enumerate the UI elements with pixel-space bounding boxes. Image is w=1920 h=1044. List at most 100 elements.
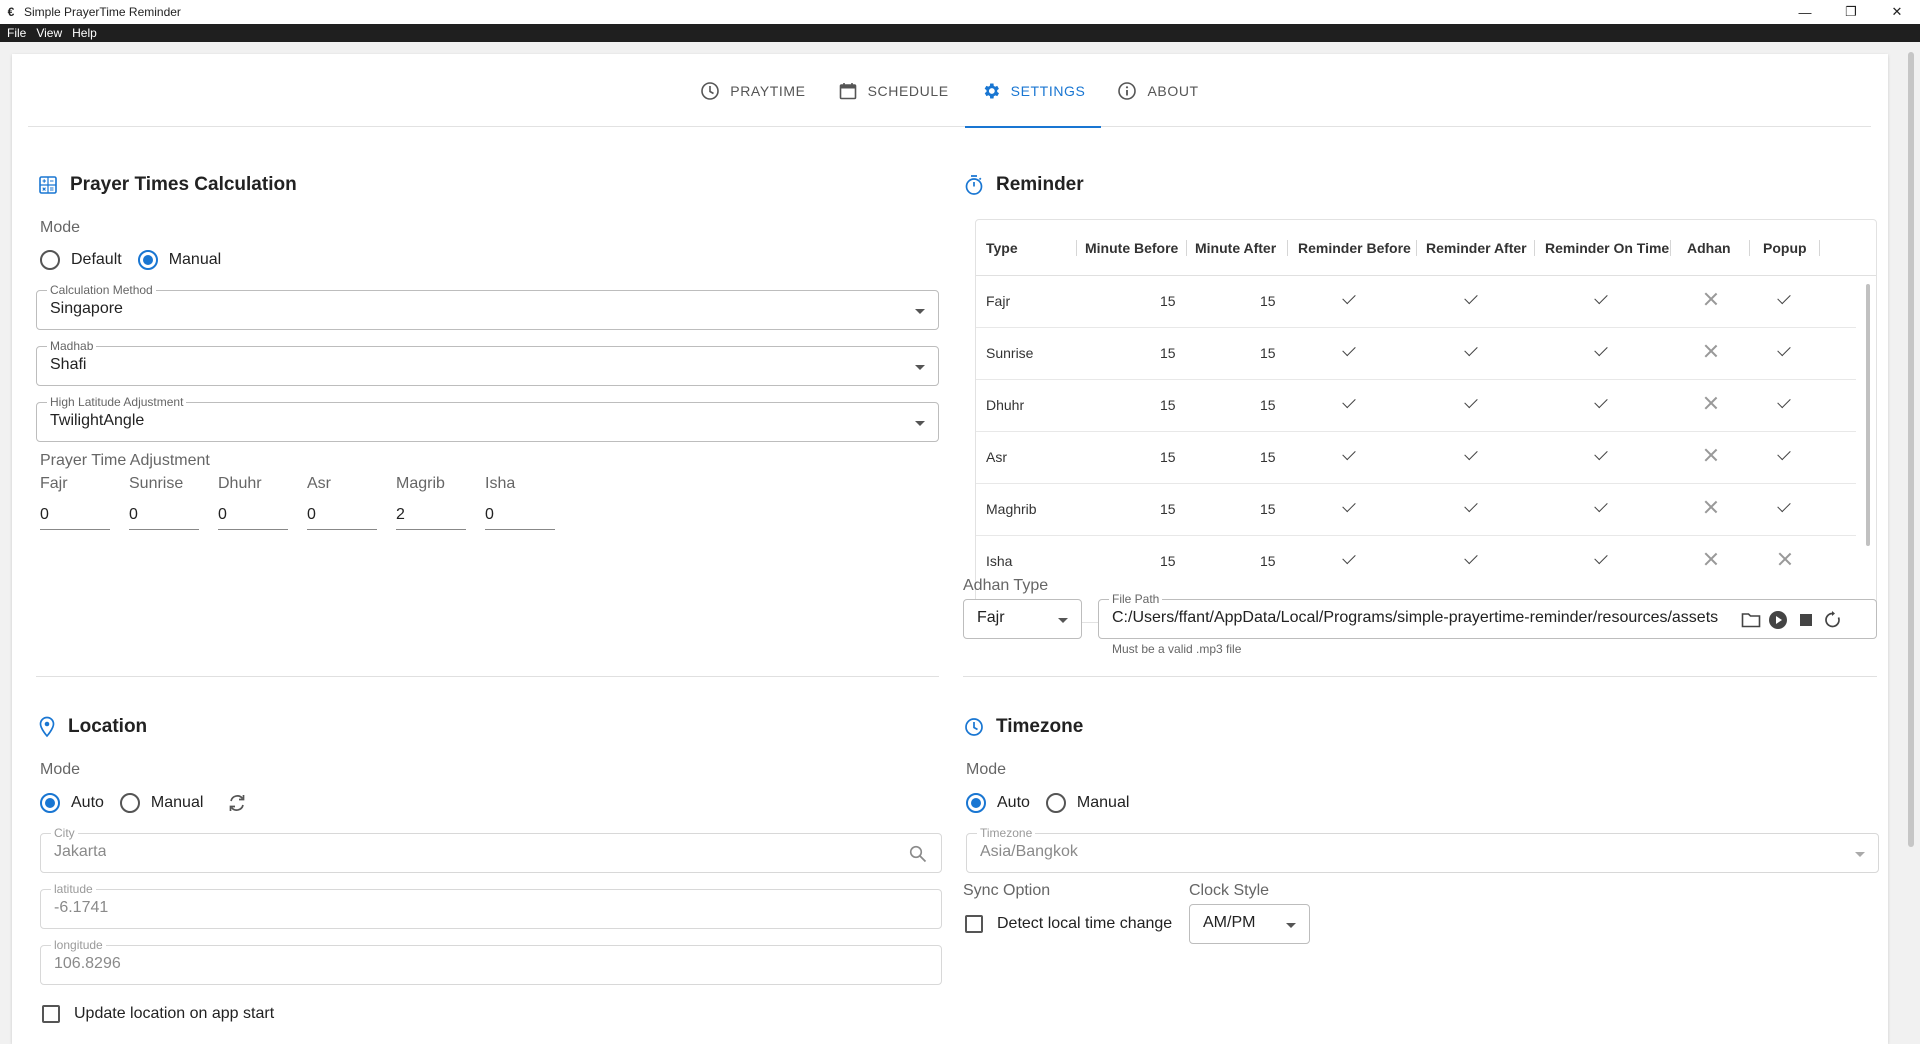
adhan-type-select[interactable]: Fajr — [963, 599, 1082, 639]
city-search-field[interactable]: City Jakarta — [40, 826, 942, 873]
cell-type: Isha — [986, 553, 1013, 569]
table-row[interactable]: Fajr 15 15 — [976, 276, 1856, 328]
calculator-icon — [39, 176, 57, 194]
minimize-button[interactable]: — — [1782, 0, 1828, 24]
cell-minute-after: 15 — [1260, 345, 1276, 361]
adjust-input[interactable]: 2 — [396, 503, 466, 530]
search-icon[interactable] — [907, 843, 929, 865]
cell-minute-after: 15 — [1260, 553, 1276, 569]
window-title: Simple PrayerTime Reminder — [24, 5, 181, 19]
field-label: High Latitude Adjustment — [47, 395, 187, 409]
close-icon — [1704, 344, 1718, 358]
chevron-down-icon[interactable] — [915, 365, 925, 370]
scrollbar-thumb[interactable] — [1908, 52, 1914, 847]
chevron-down-icon[interactable] — [915, 421, 925, 426]
checkbox[interactable] — [965, 915, 983, 933]
tab-about[interactable]: ABOUT — [1101, 54, 1214, 127]
location-mode-auto-option[interactable]: Auto — [40, 793, 104, 813]
chevron-down-icon[interactable] — [915, 309, 925, 314]
adjust-input[interactable]: 0 — [307, 503, 377, 530]
clock-style-label: Clock Style — [1189, 882, 1270, 899]
field-value[interactable]: C:/Users/ffant/AppData/Local/Programs/si… — [1112, 609, 1729, 627]
table-scrollbar[interactable] — [1866, 284, 1870, 546]
file-path-field[interactable]: File Path C:/Users/ffant/AppData/Local/P… — [1098, 592, 1877, 639]
refresh-location-icon[interactable] — [227, 793, 247, 813]
latitude-field[interactable]: latitude -6.1741 — [40, 882, 942, 929]
radio-button[interactable] — [137, 250, 158, 270]
detect-time-change[interactable]: Detect local time change — [965, 915, 1172, 933]
tab-bar: PRAYTIME SCHEDULE SETTINGS ABOUT — [28, 54, 1871, 128]
timezone-select[interactable]: Timezone Asia/Bangkok — [966, 826, 1879, 873]
radio-button[interactable] — [1045, 793, 1066, 813]
radio-button[interactable] — [40, 793, 60, 813]
table-row[interactable]: Asr 15 15 — [976, 432, 1856, 484]
timezone-mode-manual-option[interactable]: Manual — [1045, 793, 1129, 813]
check-icon — [1342, 342, 1356, 357]
table-row[interactable]: Isha 15 15 — [976, 536, 1856, 588]
window-scrollbar[interactable] — [1902, 42, 1920, 1040]
radio-label: Manual — [150, 794, 204, 811]
table-row[interactable]: Maghrib 15 15 — [976, 484, 1856, 536]
adjust-input[interactable]: 0 — [129, 503, 199, 530]
file-path-hint: Must be a valid .mp3 file — [1112, 642, 1242, 656]
table-row[interactable]: Sunrise 15 15 — [976, 328, 1856, 380]
timezone-mode-radios: Auto Manual — [966, 793, 1145, 813]
radio-button[interactable] — [119, 793, 140, 813]
menu-file[interactable]: File — [7, 26, 26, 40]
calc-mode-default-option[interactable]: Default — [40, 250, 122, 270]
longitude-field[interactable]: longitude 106.8296 — [40, 938, 942, 985]
column-header-reminder-after[interactable]: Reminder After — [1426, 240, 1527, 256]
cell-minute-before: 15 — [1160, 449, 1176, 465]
clock-style-select[interactable]: AM/PM — [1189, 904, 1310, 944]
calc-mode-manual-option[interactable]: Manual — [137, 250, 221, 270]
column-header-minute-after[interactable]: Minute After — [1195, 240, 1276, 256]
check-icon — [1342, 550, 1356, 565]
madhab-select[interactable]: Madhab Shafi — [36, 339, 939, 386]
folder-icon[interactable] — [1740, 609, 1762, 631]
chevron-down-icon[interactable] — [1855, 852, 1865, 857]
column-header-reminder-before[interactable]: Reminder Before — [1298, 240, 1411, 256]
close-button[interactable]: ✕ — [1874, 0, 1920, 24]
checkbox[interactable] — [42, 1005, 60, 1023]
adjust-isha: Isha 0 — [485, 475, 555, 530]
tab-schedule[interactable]: SCHEDULE — [822, 54, 965, 127]
cell-minute-before: 15 — [1160, 553, 1176, 569]
stop-icon[interactable] — [1795, 609, 1817, 631]
adjust-label: Fajr — [40, 475, 68, 492]
column-header-reminder-on-time[interactable]: Reminder On Time — [1545, 240, 1669, 256]
menu-help[interactable]: Help — [72, 26, 97, 40]
restore-button[interactable]: ❐ — [1828, 0, 1874, 24]
tab-settings[interactable]: SETTINGS — [964, 54, 1102, 128]
location-mode-manual-option[interactable]: Manual — [119, 793, 204, 813]
timezone-mode-auto-option[interactable]: Auto — [966, 793, 1030, 813]
column-header-minute-before[interactable]: Minute Before — [1085, 240, 1178, 256]
update-location-on-start[interactable]: Update location on app start — [42, 1005, 274, 1023]
chevron-down-icon[interactable] — [1286, 923, 1296, 928]
column-header-popup[interactable]: Popup — [1763, 240, 1807, 256]
adjust-input[interactable]: 0 — [40, 503, 110, 530]
reset-icon[interactable] — [1822, 609, 1844, 631]
clock-icon — [965, 718, 983, 736]
tab-praytime[interactable]: PRAYTIME — [684, 54, 821, 127]
adjust-label: Asr — [307, 475, 331, 492]
reminder-section-title: Reminder — [964, 174, 1084, 196]
checkbox-label: Detect local time change — [997, 915, 1173, 932]
chevron-down-icon[interactable] — [1058, 618, 1068, 623]
high-latitude-select[interactable]: High Latitude Adjustment TwilightAngle — [36, 395, 939, 442]
table-row[interactable]: Dhuhr 15 15 — [976, 380, 1856, 432]
calendar-icon — [839, 82, 856, 99]
field-label: longitude — [51, 938, 106, 952]
adjust-input[interactable]: 0 — [485, 503, 555, 530]
radio-button[interactable] — [40, 250, 60, 270]
adjust-input[interactable]: 0 — [218, 503, 288, 530]
menu-view[interactable]: View — [36, 26, 62, 40]
calculation-method-select[interactable]: Calculation Method Singapore — [36, 283, 939, 330]
adjust-label: Isha — [485, 475, 516, 492]
check-icon — [1777, 446, 1791, 461]
radio-button[interactable] — [966, 793, 986, 813]
column-header-adhan[interactable]: Adhan — [1687, 240, 1731, 256]
app-logo-icon: € — [7, 5, 15, 19]
play-icon[interactable] — [1767, 609, 1789, 631]
field-label: City — [51, 826, 78, 840]
column-header-type[interactable]: Type — [986, 240, 1018, 256]
